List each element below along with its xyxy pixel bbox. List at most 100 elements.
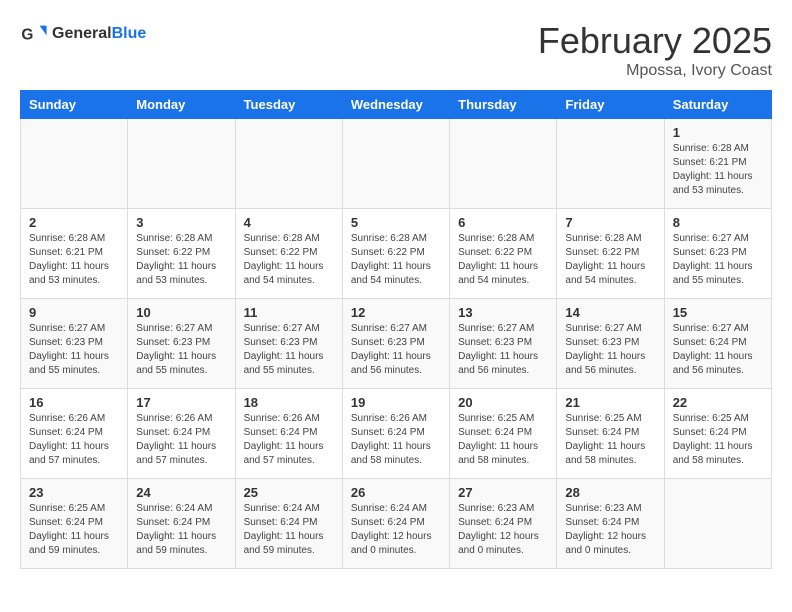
- day-info: Sunrise: 6:27 AM Sunset: 6:24 PM Dayligh…: [673, 322, 763, 378]
- main-title: February 2025: [538, 20, 772, 62]
- day-number: 12: [351, 305, 441, 320]
- week-row-4: 16 Sunrise: 6:26 AM Sunset: 6:24 PM Dayli…: [21, 389, 772, 479]
- day-number: 3: [136, 215, 226, 230]
- calendar-cell: [235, 119, 342, 209]
- calendar-cell: 28 Sunrise: 6:23 AM Sunset: 6:24 PM Dayli…: [557, 479, 664, 569]
- day-number: 21: [565, 395, 655, 410]
- day-info: Sunrise: 6:28 AM Sunset: 6:22 PM Dayligh…: [351, 232, 441, 288]
- calendar-cell: 21 Sunrise: 6:25 AM Sunset: 6:24 PM Dayli…: [557, 389, 664, 479]
- day-info: Sunrise: 6:27 AM Sunset: 6:23 PM Dayligh…: [244, 322, 334, 378]
- day-number: 13: [458, 305, 548, 320]
- calendar-cell: 16 Sunrise: 6:26 AM Sunset: 6:24 PM Dayli…: [21, 389, 128, 479]
- calendar-cell: 22 Sunrise: 6:25 AM Sunset: 6:24 PM Dayli…: [664, 389, 771, 479]
- calendar-cell: 14 Sunrise: 6:27 AM Sunset: 6:23 PM Dayli…: [557, 299, 664, 389]
- calendar-cell: 25 Sunrise: 6:24 AM Sunset: 6:24 PM Dayli…: [235, 479, 342, 569]
- day-of-week-wednesday: Wednesday: [342, 91, 449, 119]
- day-number: 28: [565, 485, 655, 500]
- calendar-cell: 17Sunrise: 6:26 AM Sunset: 6:24 PM Dayli…: [128, 389, 235, 479]
- logo-icon: G: [20, 20, 48, 48]
- day-info: Sunrise: 6:28 AM Sunset: 6:21 PM Dayligh…: [673, 142, 763, 198]
- day-info: Sunrise: 6:27 AM Sunset: 6:23 PM Dayligh…: [29, 322, 119, 378]
- days-of-week-header: SundayMondayTuesdayWednesdayThursdayFrid…: [21, 91, 772, 119]
- logo: G GeneralBlue: [20, 20, 146, 48]
- day-number: 11: [244, 305, 334, 320]
- calendar-cell: 9Sunrise: 6:27 AM Sunset: 6:23 PM Daylig…: [21, 299, 128, 389]
- day-info: Sunrise: 6:26 AM Sunset: 6:24 PM Dayligh…: [29, 412, 119, 468]
- day-number: 16: [29, 395, 119, 410]
- calendar-cell: 11 Sunrise: 6:27 AM Sunset: 6:23 PM Dayli…: [235, 299, 342, 389]
- day-info: Sunrise: 6:26 AM Sunset: 6:24 PM Dayligh…: [136, 412, 226, 468]
- calendar-cell: 1 Sunrise: 6:28 AM Sunset: 6:21 PM Daylig…: [664, 119, 771, 209]
- day-info: Sunrise: 6:27 AM Sunset: 6:23 PM Dayligh…: [351, 322, 441, 378]
- calendar-cell: 19 Sunrise: 6:26 AM Sunset: 6:24 PM Dayli…: [342, 389, 449, 479]
- logo-blue: Blue: [112, 25, 147, 42]
- day-number: 18: [244, 395, 334, 410]
- week-row-5: 23 Sunrise: 6:25 AM Sunset: 6:24 PM Dayli…: [21, 479, 772, 569]
- day-number: 8: [673, 215, 763, 230]
- day-number: 5: [351, 215, 441, 230]
- day-number: 22: [673, 395, 763, 410]
- subtitle: Mpossa, Ivory Coast: [538, 62, 772, 80]
- day-info: Sunrise: 6:28 AM Sunset: 6:22 PM Dayligh…: [244, 232, 334, 288]
- day-info: Sunrise: 6:26 AM Sunset: 6:24 PM Dayligh…: [351, 412, 441, 468]
- calendar-table: SundayMondayTuesdayWednesdayThursdayFrid…: [20, 90, 772, 569]
- calendar-cell: 20Sunrise: 6:25 AM Sunset: 6:24 PM Dayli…: [450, 389, 557, 479]
- day-info: Sunrise: 6:24 AM Sunset: 6:24 PM Dayligh…: [351, 502, 441, 558]
- day-number: 24: [136, 485, 226, 500]
- calendar-cell: [128, 119, 235, 209]
- calendar-cell: 26 Sunrise: 6:24 AM Sunset: 6:24 PM Dayli…: [342, 479, 449, 569]
- day-number: 14: [565, 305, 655, 320]
- calendar-cell: [664, 479, 771, 569]
- day-info: Sunrise: 6:23 AM Sunset: 6:24 PM Dayligh…: [565, 502, 655, 558]
- day-info: Sunrise: 6:25 AM Sunset: 6:24 PM Dayligh…: [29, 502, 119, 558]
- day-of-week-monday: Monday: [128, 91, 235, 119]
- calendar-cell: 24 Sunrise: 6:24 AM Sunset: 6:24 PM Dayli…: [128, 479, 235, 569]
- day-number: 1: [673, 125, 763, 140]
- calendar-cell: 13Sunrise: 6:27 AM Sunset: 6:23 PM Dayli…: [450, 299, 557, 389]
- calendar-cell: 6Sunrise: 6:28 AM Sunset: 6:22 PM Daylig…: [450, 209, 557, 299]
- day-of-week-saturday: Saturday: [664, 91, 771, 119]
- day-info: Sunrise: 6:23 AM Sunset: 6:24 PM Dayligh…: [458, 502, 548, 558]
- day-info: Sunrise: 6:25 AM Sunset: 6:24 PM Dayligh…: [565, 412, 655, 468]
- day-number: 15: [673, 305, 763, 320]
- day-number: 25: [244, 485, 334, 500]
- day-number: 6: [458, 215, 548, 230]
- day-number: 4: [244, 215, 334, 230]
- day-number: 19: [351, 395, 441, 410]
- calendar-cell: 4 Sunrise: 6:28 AM Sunset: 6:22 PM Daylig…: [235, 209, 342, 299]
- svg-text:G: G: [21, 27, 33, 44]
- day-info: Sunrise: 6:27 AM Sunset: 6:23 PM Dayligh…: [673, 232, 763, 288]
- week-row-2: 2 Sunrise: 6:28 AM Sunset: 6:21 PM Daylig…: [21, 209, 772, 299]
- week-row-3: 9Sunrise: 6:27 AM Sunset: 6:23 PM Daylig…: [21, 299, 772, 389]
- day-info: Sunrise: 6:28 AM Sunset: 6:21 PM Dayligh…: [29, 232, 119, 288]
- day-number: 10: [136, 305, 226, 320]
- day-info: Sunrise: 6:28 AM Sunset: 6:22 PM Dayligh…: [565, 232, 655, 288]
- calendar-cell: 12 Sunrise: 6:27 AM Sunset: 6:23 PM Dayli…: [342, 299, 449, 389]
- day-number: 26: [351, 485, 441, 500]
- day-info: Sunrise: 6:24 AM Sunset: 6:24 PM Dayligh…: [136, 502, 226, 558]
- day-number: 7: [565, 215, 655, 230]
- day-number: 27: [458, 485, 548, 500]
- calendar-cell: 23 Sunrise: 6:25 AM Sunset: 6:24 PM Dayli…: [21, 479, 128, 569]
- calendar-cell: 8 Sunrise: 6:27 AM Sunset: 6:23 PM Daylig…: [664, 209, 771, 299]
- calendar-cell: [557, 119, 664, 209]
- day-info: Sunrise: 6:28 AM Sunset: 6:22 PM Dayligh…: [136, 232, 226, 288]
- calendar-cell: 3 Sunrise: 6:28 AM Sunset: 6:22 PM Daylig…: [128, 209, 235, 299]
- day-info: Sunrise: 6:25 AM Sunset: 6:24 PM Dayligh…: [673, 412, 763, 468]
- header: G GeneralBlue February 2025 Mpossa, Ivor…: [20, 20, 772, 80]
- logo-general: General: [52, 25, 112, 42]
- title-area: February 2025 Mpossa, Ivory Coast: [538, 20, 772, 80]
- calendar-body: 1 Sunrise: 6:28 AM Sunset: 6:21 PM Daylig…: [21, 119, 772, 569]
- day-number: 20: [458, 395, 548, 410]
- day-of-week-tuesday: Tuesday: [235, 91, 342, 119]
- calendar-cell: 2 Sunrise: 6:28 AM Sunset: 6:21 PM Daylig…: [21, 209, 128, 299]
- calendar-cell: 5 Sunrise: 6:28 AM Sunset: 6:22 PM Daylig…: [342, 209, 449, 299]
- day-info: Sunrise: 6:27 AM Sunset: 6:23 PM Dayligh…: [565, 322, 655, 378]
- day-info: Sunrise: 6:24 AM Sunset: 6:24 PM Dayligh…: [244, 502, 334, 558]
- day-number: 23: [29, 485, 119, 500]
- calendar-cell: 18Sunrise: 6:26 AM Sunset: 6:24 PM Dayli…: [235, 389, 342, 479]
- calendar-cell: 7 Sunrise: 6:28 AM Sunset: 6:22 PM Daylig…: [557, 209, 664, 299]
- day-number: 2: [29, 215, 119, 230]
- day-of-week-friday: Friday: [557, 91, 664, 119]
- day-of-week-thursday: Thursday: [450, 91, 557, 119]
